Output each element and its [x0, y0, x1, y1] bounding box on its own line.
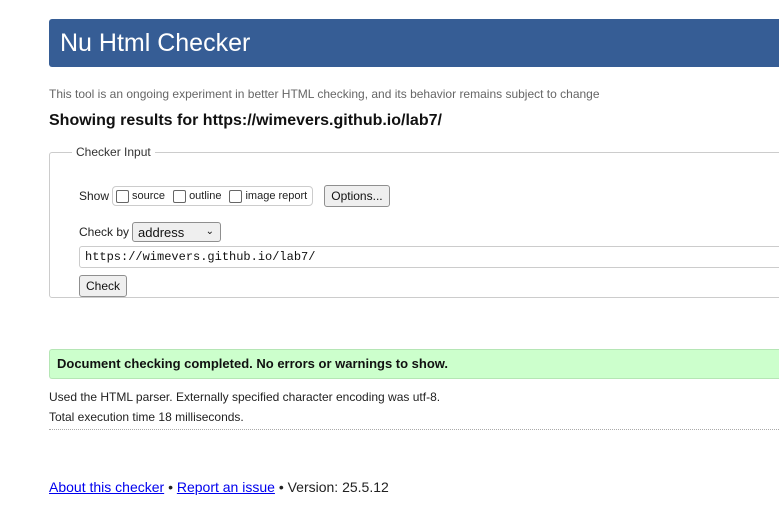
chevron-down-icon: ⌄ — [205, 226, 215, 237]
version-text: Version: 25.5.12 — [287, 479, 389, 495]
success-message: Document checking completed. No errors o… — [49, 349, 779, 379]
source-checkbox[interactable] — [116, 189, 130, 203]
results-heading: Showing results for https://wimevers.git… — [49, 112, 442, 129]
footer-separator: • — [278, 479, 284, 495]
footer-separator: • — [168, 479, 173, 495]
show-label: Show — [79, 189, 110, 203]
options-button[interactable]: Options... — [324, 185, 390, 207]
about-checker-link[interactable]: About this checker — [49, 479, 164, 495]
show-source-option[interactable]: source — [116, 189, 166, 203]
check-button[interactable]: Check — [79, 275, 128, 297]
show-image-report-option[interactable]: image report — [229, 189, 308, 203]
check-by-row: Check by address ⌄ — [79, 222, 222, 242]
show-outline-option[interactable]: outline — [173, 189, 222, 203]
source-checkbox-label: source — [132, 190, 166, 202]
header-banner: Nu Html Checker — [49, 19, 779, 67]
execution-time: Total execution time 18 milliseconds. — [49, 410, 244, 424]
url-input[interactable]: https://wimevers.github.io/lab7/ — [79, 246, 779, 268]
outline-checkbox[interactable] — [173, 189, 187, 203]
result-details: Used the HTML parser. Externally specifi… — [49, 387, 440, 427]
image-report-checkbox[interactable] — [229, 189, 243, 203]
check-by-select[interactable]: address ⌄ — [132, 222, 222, 242]
show-options-group: source outline image report — [112, 186, 314, 206]
footer: About this checker • Report an issue • V… — [49, 479, 389, 495]
check-by-label: Check by — [79, 225, 130, 239]
parser-info: Used the HTML parser. Externally specifi… — [49, 390, 441, 404]
page-title: Nu Html Checker — [60, 29, 251, 57]
report-issue-link[interactable]: Report an issue — [177, 479, 275, 495]
checker-input-fieldset: Checker Input Show source outline image … — [49, 145, 779, 298]
image-report-checkbox-label: image report — [245, 190, 308, 202]
show-options-row: Show source outline image report Options… — [79, 185, 390, 207]
tagline: This tool is an ongoing experiment in be… — [49, 87, 600, 101]
outline-checkbox-label: outline — [189, 190, 222, 202]
checker-input-legend: Checker Input — [76, 145, 151, 159]
page: Nu Html Checker This tool is an ongoing … — [0, 0, 779, 527]
divider — [49, 429, 779, 430]
check-by-selected-value: address — [138, 224, 185, 240]
